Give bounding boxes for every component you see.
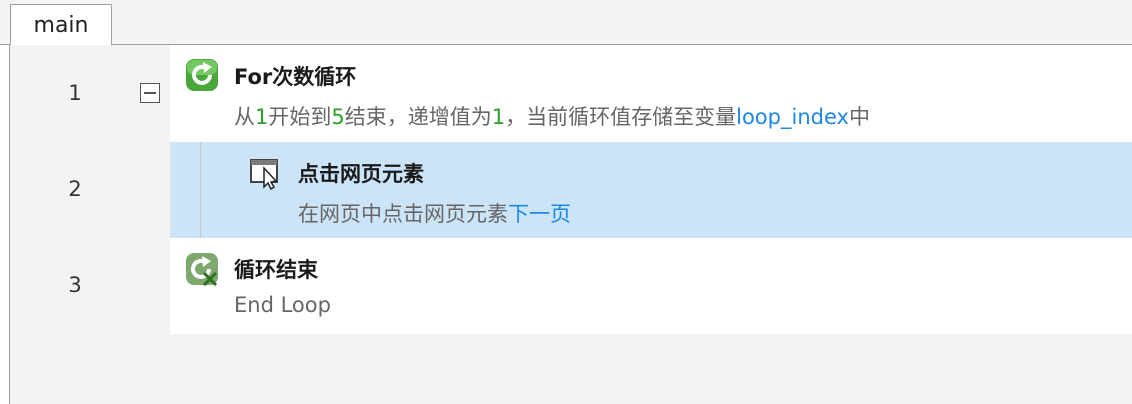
- collapse-toggle-button[interactable]: [140, 83, 160, 103]
- step-title: For次数循环: [234, 65, 357, 89]
- tab-main[interactable]: main: [10, 4, 112, 46]
- indent-guide: [200, 142, 201, 238]
- element-link-next-page[interactable]: 下一页: [508, 202, 571, 226]
- step-description: 在网页中点击网页元素下一页: [298, 202, 571, 226]
- step-value: 1: [491, 105, 506, 129]
- step-description: 从1开始到5结束，递增值为1，当前循环值存储至变量loop_index中: [234, 105, 870, 129]
- end-value: 5: [331, 105, 345, 129]
- step-description: End Loop: [234, 293, 331, 317]
- step-end-loop[interactable]: [170, 238, 1132, 334]
- step-title: 循环结束: [234, 258, 318, 282]
- start-value: 1: [255, 105, 269, 129]
- click-element-icon: [250, 159, 278, 190]
- line-number-2: 2: [68, 177, 82, 201]
- step-title: 点击网页元素: [298, 162, 424, 186]
- line-number-1: 1: [68, 81, 82, 105]
- variable-link-loop-index[interactable]: loop_index: [736, 105, 849, 129]
- tab-bar: main: [0, 0, 1132, 46]
- line-number-3: 3: [68, 273, 82, 297]
- loop-end-icon: [186, 253, 218, 286]
- editor-empty-area: [170, 334, 1132, 404]
- loop-refresh-icon: [186, 59, 218, 91]
